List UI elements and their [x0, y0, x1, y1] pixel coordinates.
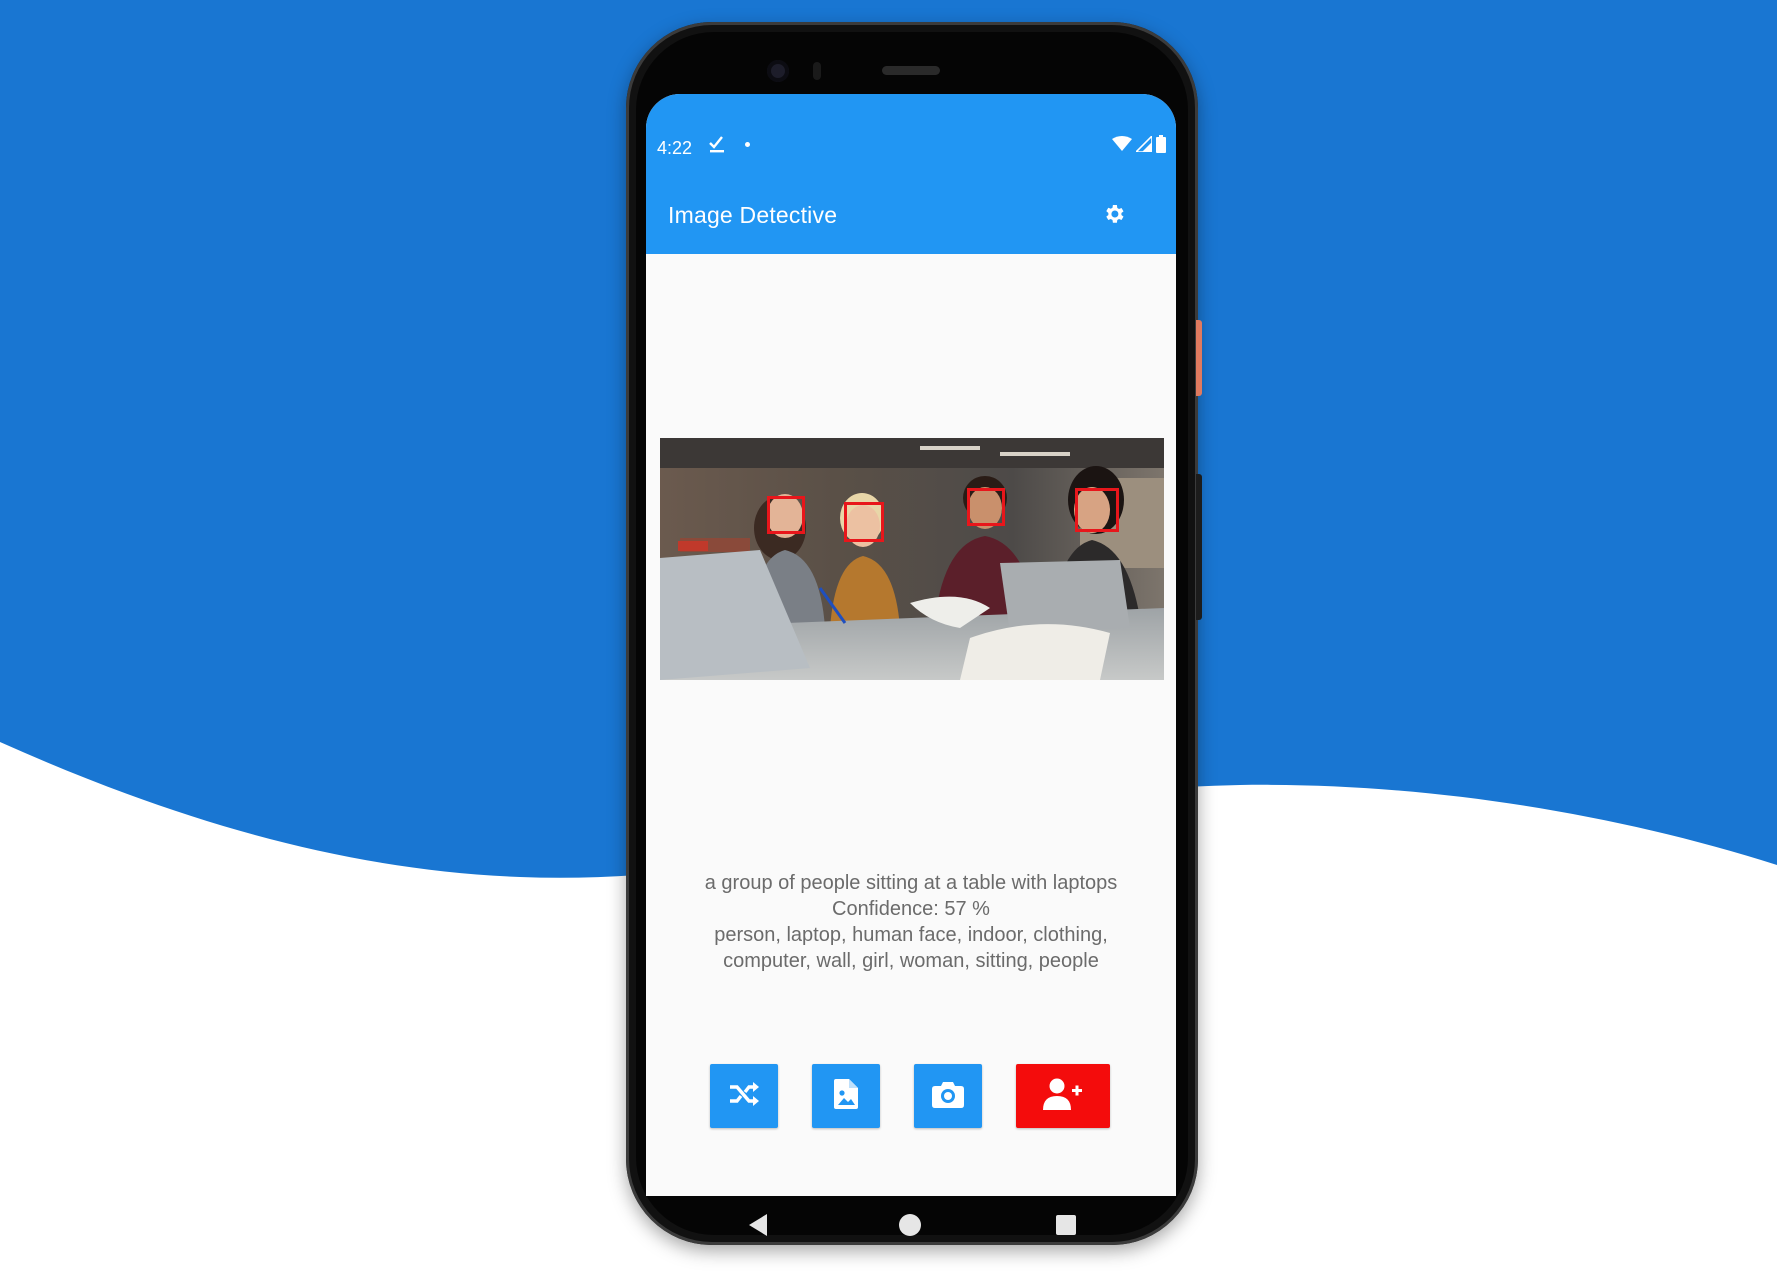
analyzed-photo — [660, 438, 1164, 680]
gear-icon — [1102, 202, 1126, 231]
status-icons — [1112, 133, 1166, 158]
power-button — [1196, 320, 1202, 396]
settings-button[interactable] — [1098, 200, 1130, 232]
camera-icon — [932, 1080, 964, 1113]
battery-icon — [1156, 134, 1166, 158]
app-bar: Image Detective — [646, 178, 1176, 254]
face-detection-box — [967, 488, 1005, 526]
add-person-button[interactable] — [1016, 1064, 1110, 1128]
shuffle-icon — [728, 1081, 760, 1112]
result-caption: a group of people sitting at a table wit… — [704, 872, 1118, 894]
status-bar: 4:22 — [646, 94, 1176, 178]
result-confidence: Confidence: 57 % — [832, 898, 990, 920]
signal-icon — [1134, 133, 1153, 157]
face-detection-box — [767, 496, 805, 534]
face-detection-box — [1075, 488, 1119, 532]
front-camera — [767, 60, 789, 82]
image-file-icon — [834, 1078, 858, 1114]
result-tags-line-1: person, laptop, human face, indoor, clot… — [714, 924, 1108, 946]
phone-device: 4:22 Image Detective a group of people s… — [626, 22, 1202, 1245]
pick-image-file-button[interactable] — [812, 1064, 880, 1128]
wifi-icon — [1112, 135, 1132, 157]
proximity-sensor — [813, 62, 821, 80]
system-navigation-bar — [646, 1196, 1176, 1280]
check-icon — [708, 134, 726, 159]
shuffle-button[interactable] — [710, 1064, 778, 1128]
person-add-icon — [1043, 1078, 1083, 1115]
app-title: Image Detective — [668, 202, 838, 228]
recents-icon[interactable] — [1056, 1215, 1076, 1235]
app-screen: 4:22 Image Detective a group of people s… — [646, 94, 1176, 1196]
home-icon[interactable] — [899, 1214, 921, 1236]
back-icon[interactable] — [749, 1214, 767, 1236]
earpiece-speaker — [882, 66, 940, 75]
volume-button — [1196, 474, 1202, 620]
detection-result: a group of people sitting at a table wit… — [646, 870, 1176, 974]
face-detection-box — [844, 502, 884, 542]
photo-illustration — [660, 438, 1164, 680]
camera-button[interactable] — [914, 1064, 982, 1128]
result-tags-line-2: computer, wall, girl, woman, sitting, pe… — [723, 950, 1099, 972]
notification-dot-icon — [745, 142, 750, 147]
status-time: 4:22 — [657, 138, 693, 158]
